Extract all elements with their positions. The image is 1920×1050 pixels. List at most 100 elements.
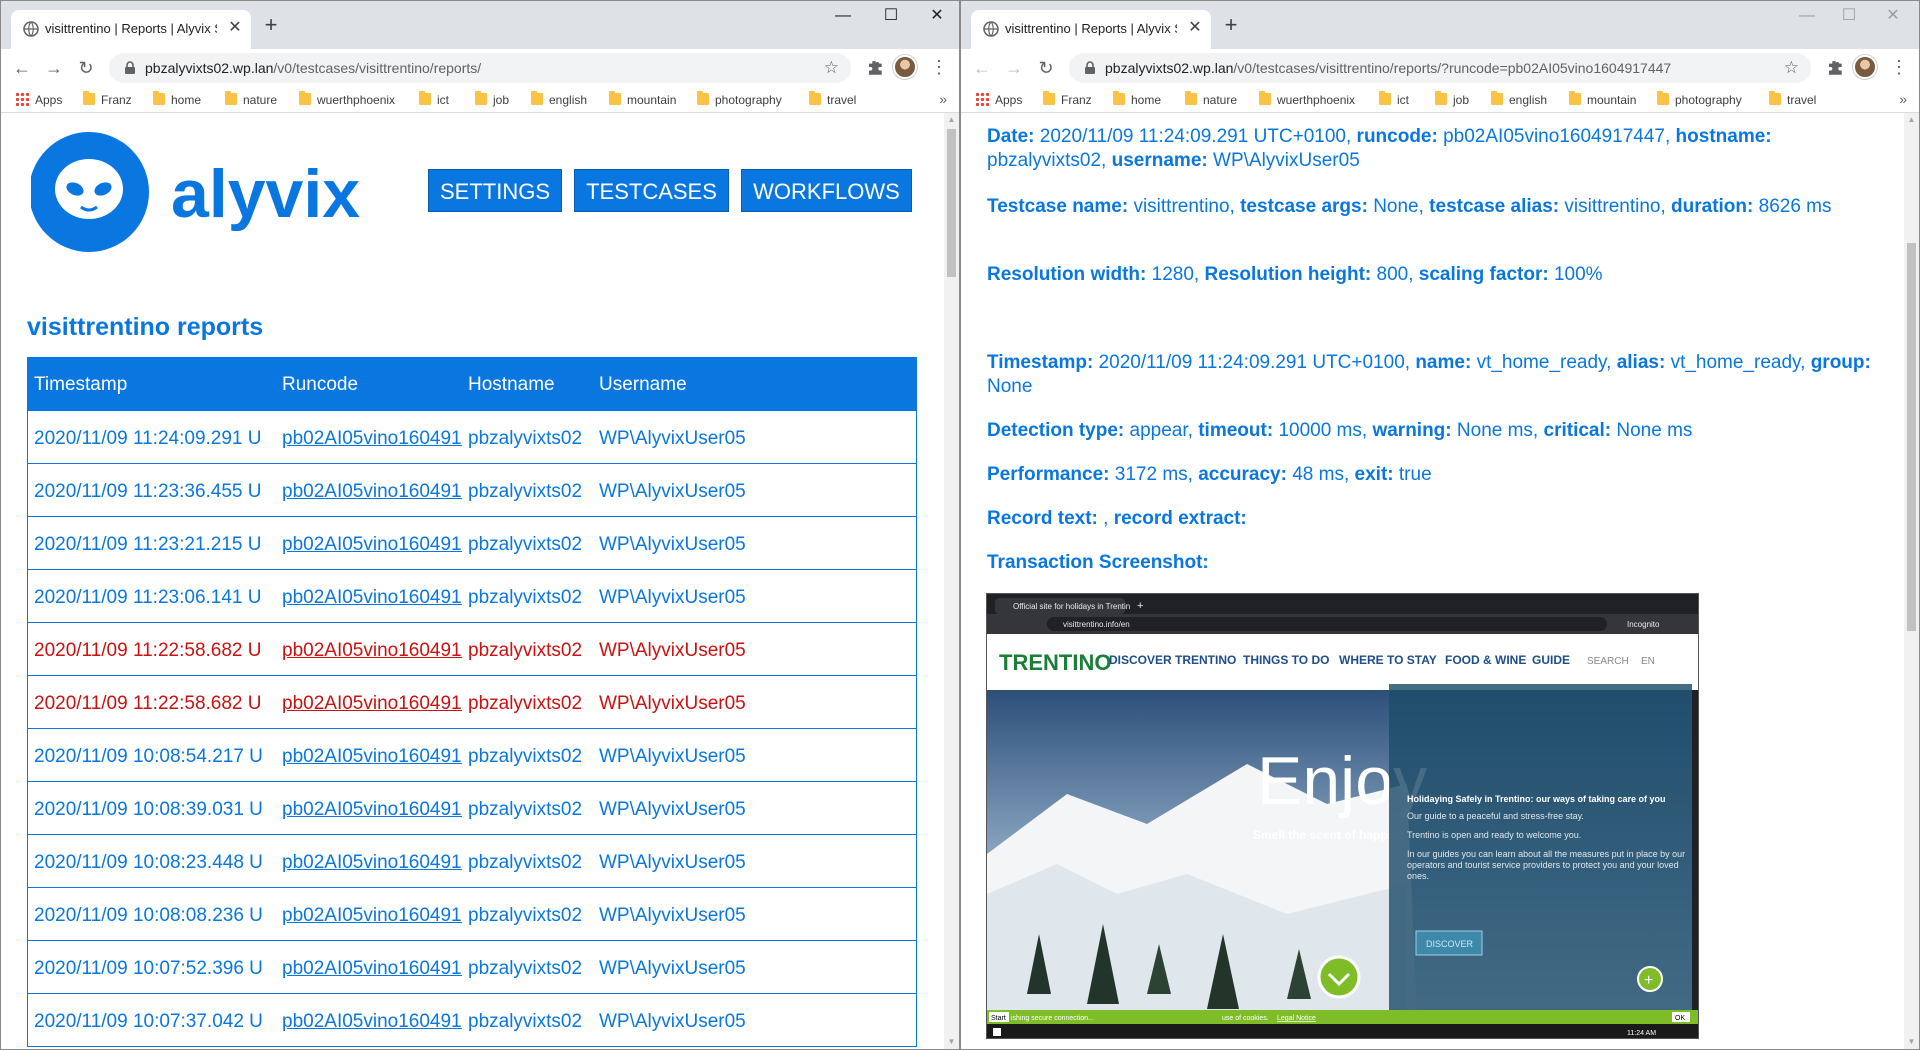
bookmark-mountain[interactable]: mountain: [609, 91, 676, 108]
cell-runcode-link[interactable]: pb02AI05vino1604912886: [282, 905, 462, 927]
forward-icon[interactable]: →: [1001, 55, 1027, 81]
scroll-down-icon[interactable]: ▼: [1904, 1035, 1919, 1049]
table-header: Timestamp Runcode Hostname Username: [28, 358, 916, 410]
maximize-icon[interactable]: ☐: [871, 5, 911, 27]
reports-page: alyvix SETTINGS TESTCASES WORKFLOWS visi…: [1, 113, 944, 1049]
profile-avatar[interactable]: [893, 55, 917, 79]
svg-text:ishing secure connection...: ishing secure connection...: [1011, 1015, 1094, 1022]
tab-close-icon[interactable]: ✕: [227, 20, 243, 36]
cell-runcode-link[interactable]: pb02AI05vino1604912870: [282, 958, 462, 980]
minimize-icon[interactable]: —: [1787, 5, 1827, 27]
bookmark-franz[interactable]: Franz: [83, 91, 132, 108]
menu-dots-icon[interactable]: ⋮: [929, 56, 949, 80]
new-tab-icon[interactable]: +: [1219, 14, 1243, 38]
svg-text:FOOD & WINE: FOOD & WINE: [1445, 653, 1526, 667]
scroll-up-icon[interactable]: ▲: [944, 113, 959, 127]
bookmark-ict[interactable]: ict: [419, 91, 449, 108]
cell-runcode-link[interactable]: pb02AI05vino1604912932: [282, 746, 462, 768]
transaction-screenshot: Official site for holidays in Trentin + …: [986, 593, 1699, 1039]
reload-icon[interactable]: ↻: [73, 55, 99, 81]
close-window-icon[interactable]: ✕: [917, 5, 957, 27]
bookmark-photography[interactable]: photography: [697, 91, 782, 108]
cell-timestamp: 2020/11/09 10:08:23.448 U: [34, 852, 263, 873]
back-icon[interactable]: ←: [9, 55, 35, 81]
vertical-scrollbar[interactable]: ▲ ▼: [1904, 113, 1919, 1049]
bookmark-photography[interactable]: photography: [1657, 91, 1742, 108]
maximize-icon[interactable]: ☐: [1829, 5, 1869, 27]
tab-active[interactable]: visittrentino | Reports | Alyvix Ser ✕: [971, 10, 1211, 49]
table-row: 2020/11/09 10:08:08.236 U pb02AI05vino160…: [28, 887, 916, 940]
folder-icon: [1113, 91, 1125, 105]
settings-button[interactable]: SETTINGS: [428, 169, 562, 212]
bookmark-travel[interactable]: travel: [809, 91, 856, 108]
header-username: Username: [599, 374, 687, 395]
tab-active[interactable]: visittrentino | Reports | Alyvix Ser ✕: [11, 10, 251, 49]
bookmark-travel[interactable]: travel: [1769, 91, 1816, 108]
cell-runcode-link[interactable]: pb02AI05vino1604917376: [282, 640, 462, 662]
bookmark-ict[interactable]: ict: [1379, 91, 1409, 108]
lock-icon: [1085, 61, 1095, 74]
address-bar[interactable]: pbzalyvixts02.wp.lan/v0/testcases/visitt…: [1069, 53, 1811, 83]
folder-icon: [1185, 91, 1197, 105]
testcases-button[interactable]: TESTCASES: [574, 169, 729, 212]
bookmark-job[interactable]: job: [475, 91, 509, 108]
cell-runcode-link[interactable]: pb02AI05vino1604917447: [282, 428, 462, 450]
url-text: pbzalyvixts02.wp.lan/v0/testcases/visitt…: [145, 60, 482, 76]
minimize-icon[interactable]: —: [823, 5, 863, 27]
bookmark-nature[interactable]: nature: [1185, 91, 1237, 108]
scroll-up-icon[interactable]: ▲: [1904, 113, 1919, 127]
back-icon[interactable]: ←: [969, 55, 995, 81]
report-detail-page: Date: 2020/11/09 11:24:09.291 UTC+0100, …: [961, 113, 1904, 1049]
bookmark-apps[interactable]: Apps: [975, 92, 1022, 108]
bookmark-home[interactable]: home: [1113, 91, 1161, 108]
close-window-icon[interactable]: ✕: [1873, 5, 1913, 27]
bookmark-english[interactable]: english: [531, 91, 587, 108]
menu-dots-icon[interactable]: ⋮: [1889, 56, 1909, 80]
address-bar[interactable]: pbzalyvixts02.wp.lan/v0/testcases/visitt…: [109, 53, 851, 83]
new-tab-icon[interactable]: +: [259, 14, 283, 38]
cell-runcode-link[interactable]: pb02AI05vino1604917414: [282, 481, 462, 503]
cell-hostname: pbzalyvixts02: [468, 958, 583, 979]
cell-runcode-link[interactable]: pb02AI05vino1604912901: [282, 852, 462, 874]
table-row: 2020/11/09 11:23:21.215 U pb02AI05vino160…: [28, 516, 916, 569]
reload-icon[interactable]: ↻: [1033, 55, 1059, 81]
cell-runcode-link[interactable]: pb02AI05vino1604912917: [282, 799, 462, 821]
screenshot-label: Transaction Screenshot:: [987, 552, 1209, 573]
vertical-scrollbar[interactable]: ▲ ▼: [944, 113, 959, 1049]
bookmarks-bar: Apps Franz home nature wuerthphoenix ict…: [1, 87, 959, 113]
cell-timestamp: 2020/11/09 10:08:54.217 U: [34, 746, 263, 767]
bookmark-wuerthphoenix[interactable]: wuerthphoenix: [1259, 91, 1355, 108]
cell-username: WP\AlyvixUser05: [599, 481, 746, 502]
extensions-puzzle-icon[interactable]: [863, 56, 887, 80]
workflows-button[interactable]: WORKFLOWS: [741, 169, 912, 212]
bookmark-star-icon[interactable]: ☆: [1784, 58, 1799, 78]
more-bookmarks-icon[interactable]: »: [939, 91, 947, 107]
cell-runcode-link[interactable]: pb02AI05vino1604917376: [282, 693, 462, 715]
profile-avatar[interactable]: [1853, 55, 1877, 79]
scroll-thumb[interactable]: [1907, 243, 1916, 631]
bookmark-nature[interactable]: nature: [225, 91, 277, 108]
bookmark-mountain[interactable]: mountain: [1569, 91, 1636, 108]
bookmark-franz[interactable]: Franz: [1043, 91, 1092, 108]
tab-close-icon[interactable]: ✕: [1187, 20, 1203, 36]
bookmark-english[interactable]: english: [1491, 91, 1547, 108]
performance-info: Performance: 3172 ms, accuracy: 48 ms, e…: [987, 464, 1432, 485]
apps-grid-icon: [15, 92, 29, 106]
bookmark-star-icon[interactable]: ☆: [824, 58, 839, 78]
cell-runcode-link[interactable]: pb02AI05vino1604917399: [282, 534, 462, 556]
folder-icon: [1043, 91, 1055, 105]
extensions-puzzle-icon[interactable]: [1823, 56, 1847, 80]
forward-icon[interactable]: →: [41, 55, 67, 81]
bookmark-job[interactable]: job: [1435, 91, 1469, 108]
scroll-thumb[interactable]: [947, 129, 956, 277]
bookmark-home[interactable]: home: [153, 91, 201, 108]
bookmark-apps[interactable]: Apps: [15, 92, 62, 108]
svg-text:THINGS TO DO: THINGS TO DO: [1243, 653, 1329, 667]
more-bookmarks-icon[interactable]: »: [1899, 91, 1907, 107]
scroll-down-icon[interactable]: ▼: [944, 1035, 959, 1049]
cell-runcode-link[interactable]: pb02AI05vino1604917384: [282, 587, 462, 609]
bookmark-wuerthphoenix[interactable]: wuerthphoenix: [299, 91, 395, 108]
cell-runcode-link[interactable]: pb02AI05vino1604912855: [282, 1011, 462, 1033]
transaction-info: Timestamp: 2020/11/09 11:24:09.291 UTC+0…: [987, 352, 1871, 397]
folder-icon: [1569, 91, 1581, 105]
